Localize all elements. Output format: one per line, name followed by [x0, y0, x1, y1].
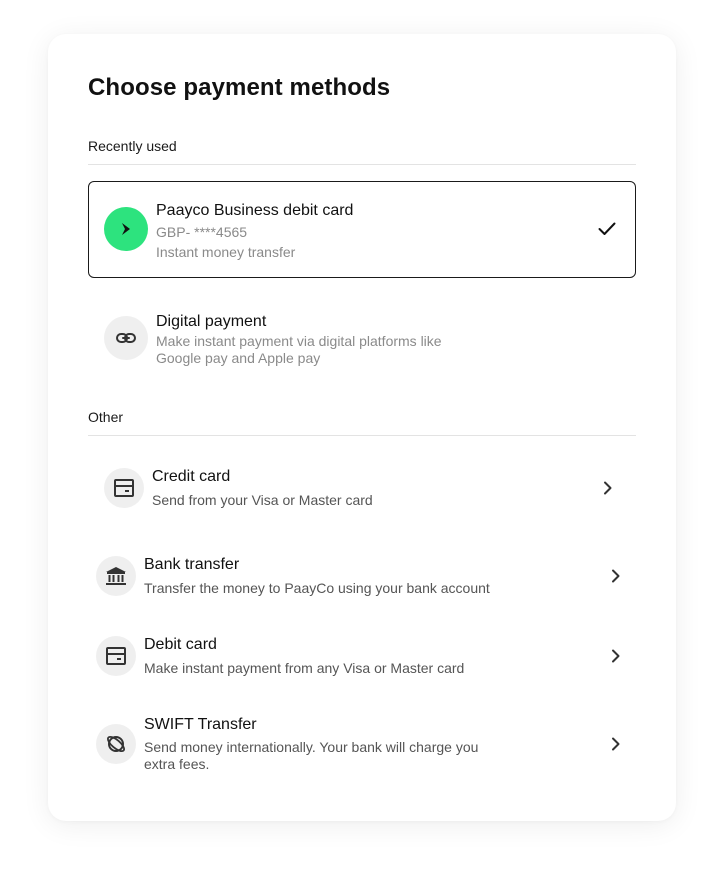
option-title: Debit card — [144, 636, 217, 653]
option-title: Credit card — [152, 468, 231, 485]
option-description: Instant money transfer — [156, 244, 296, 260]
option-description: Transfer the money to PaayCo using your … — [144, 580, 490, 596]
link-icon — [104, 316, 148, 360]
card-icon — [104, 468, 144, 508]
section-label-other: Other — [88, 409, 124, 425]
payment-option-paayco-debit[interactable]: Paayco Business debit card GBP- ****4565… — [88, 181, 636, 278]
option-description: Google pay and Apple pay — [156, 350, 321, 366]
payment-option-credit-card[interactable]: Credit card Send from your Visa or Maste… — [88, 454, 636, 522]
option-description: extra fees. — [144, 756, 210, 772]
option-title: Digital payment — [156, 313, 267, 330]
chevron-right-icon — [606, 646, 626, 666]
page-title: Choose payment methods — [88, 74, 391, 101]
globe-icon — [96, 724, 136, 764]
option-description: Send money internationally. Your bank wi… — [144, 739, 479, 755]
divider — [88, 435, 636, 436]
option-description: Make instant payment from any Visa or Ma… — [144, 660, 465, 676]
payment-option-bank-transfer[interactable]: Bank transfer Transfer the money to Paay… — [88, 542, 636, 610]
bank-icon — [96, 556, 136, 596]
card-icon — [96, 636, 136, 676]
option-description: Send from your Visa or Master card — [152, 492, 373, 508]
option-description: Make instant payment via digital platfor… — [156, 333, 442, 349]
section-label-recent: Recently used — [88, 138, 177, 154]
option-card-number: GBP- ****4565 — [156, 224, 248, 240]
payment-option-digital[interactable]: Digital payment Make instant payment via… — [88, 302, 636, 376]
option-title: Bank transfer — [144, 556, 240, 573]
chevron-right-icon — [598, 478, 618, 498]
divider — [88, 164, 636, 165]
chevron-right-icon — [606, 566, 626, 586]
paayco-logo-icon — [104, 207, 148, 251]
option-title: Paayco Business debit card — [156, 202, 354, 219]
payment-option-debit-card[interactable]: Debit card Make instant payment from any… — [88, 622, 636, 690]
payment-option-swift-transfer[interactable]: SWIFT Transfer Send money internationall… — [88, 702, 636, 782]
payment-methods-card: Choose payment methods Recently used Paa… — [48, 34, 676, 821]
check-icon — [597, 219, 617, 239]
option-title: SWIFT Transfer — [144, 716, 257, 733]
chevron-right-icon — [606, 734, 626, 754]
